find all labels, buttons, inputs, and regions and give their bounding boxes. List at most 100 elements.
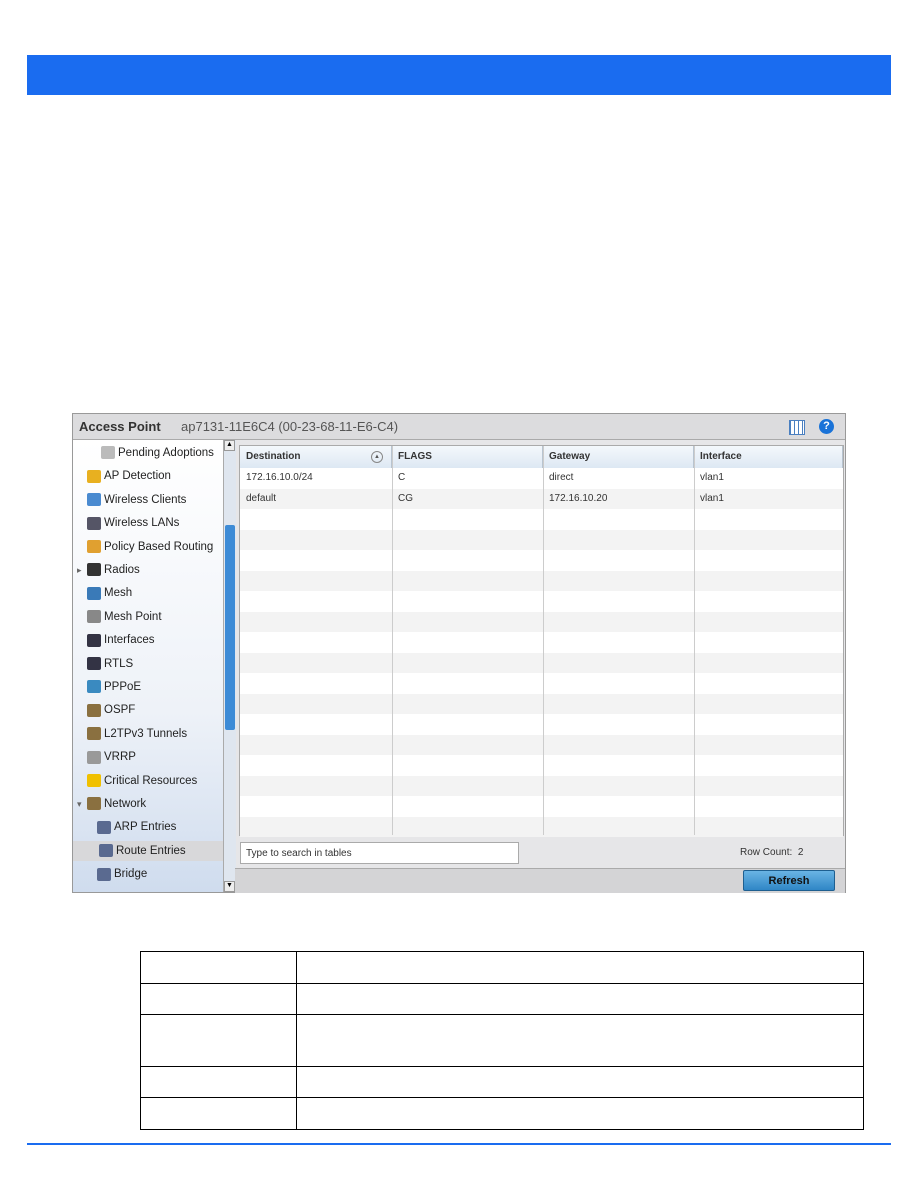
pppoe-icon [87, 680, 101, 694]
collapse-arrow-icon[interactable]: ▾ [77, 794, 82, 814]
sidebar-item-policy-based-routing[interactable]: Policy Based Routing [87, 537, 213, 557]
sidebar-item-label: Mesh [104, 587, 133, 600]
table-row[interactable]: default CG 172.16.10.20 vlan1 [240, 488, 843, 509]
scroll-up-button[interactable]: ▲ [224, 440, 235, 451]
sidebar-item-label: Interfaces [104, 634, 155, 647]
ap-detection-icon [87, 469, 101, 483]
column-header-label: Interface [700, 451, 742, 462]
mesh-icon [87, 586, 101, 600]
sidebar-item-label: ARP Entries [114, 821, 177, 834]
help-icon[interactable]: ? [819, 419, 834, 434]
network-icon [87, 797, 101, 811]
doc-cell [296, 951, 864, 984]
sidebar-item-wireless-clients[interactable]: Wireless Clients [87, 490, 186, 510]
sidebar-item-pending-adoptions[interactable]: Pending Adoptions [101, 443, 214, 463]
sidebar-item-label: VRRP [104, 751, 136, 764]
sidebar-item-radios[interactable]: ▸ Radios [77, 560, 140, 580]
sidebar-item-label: Mesh Point [104, 610, 162, 623]
sidebar-item-label: Network [104, 798, 147, 810]
network-icon [87, 703, 101, 717]
table-cell: CG [398, 492, 413, 504]
empty-row [240, 611, 843, 632]
table-icon[interactable] [789, 420, 805, 435]
vrrp-icon [87, 750, 101, 764]
table-cell: default [246, 492, 277, 504]
sidebar-item-arp-entries[interactable]: ARP Entries [97, 817, 176, 837]
sidebar-item-l2tpv3-tunnels[interactable]: L2TPv3 Tunnels [87, 724, 187, 744]
sidebar-item-mesh[interactable]: Mesh [87, 583, 132, 603]
empty-row [240, 816, 843, 837]
table-cell: vlan1 [700, 472, 724, 483]
column-header-gateway[interactable]: Gateway [543, 446, 694, 468]
radio-icon [87, 563, 101, 577]
sidebar-item-interfaces[interactable]: Interfaces [87, 630, 155, 650]
scroll-thumb[interactable] [225, 525, 235, 730]
column-divider [392, 446, 393, 835]
sidebar-item-route-entries[interactable]: Route Entries [73, 840, 223, 861]
empty-row [240, 673, 843, 694]
table-cell: 172.16.10.0/24 [246, 472, 313, 483]
doc-cell [140, 1014, 297, 1067]
window-header: Access Point ap7131-11E6C4 (00-23-68-11-… [73, 414, 845, 440]
table-search-input[interactable]: Type to search in tables [240, 842, 519, 864]
sidebar-item-rtls[interactable]: RTLS [87, 654, 133, 674]
column-divider [543, 446, 544, 835]
sidebar-item-network[interactable]: ▾ Network [77, 794, 147, 814]
sidebar-item-label: PPPoE [104, 681, 142, 693]
rtls-icon [87, 657, 101, 671]
interface-icon [87, 633, 101, 647]
sidebar-item-ap-detection[interactable]: AP Detection [87, 466, 171, 486]
column-header-destination[interactable]: Destination ▲ [240, 446, 392, 468]
row-count: Row Count: 2 [740, 847, 803, 858]
sidebar-item-label: Wireless Clients [104, 493, 187, 506]
column-header-interface[interactable]: Interface [694, 446, 843, 468]
empty-row [240, 509, 843, 530]
doc-cell [296, 1097, 864, 1130]
expand-arrow-icon[interactable]: ▸ [77, 560, 82, 580]
ip-icon [99, 844, 113, 858]
doc-cell [296, 1066, 864, 1098]
sidebar-item-label: Policy Based Routing [104, 540, 214, 553]
routing-icon [87, 540, 101, 554]
sidebar-item-vrrp[interactable]: VRRP [87, 747, 136, 767]
mesh-point-icon [87, 610, 101, 624]
sidebar-item-pppoe[interactable]: PPPoE [87, 677, 141, 697]
sidebar-item-label: RTLS [104, 657, 134, 670]
network-icon [87, 727, 101, 741]
sidebar-item-label: Radios [104, 564, 140, 576]
table-cell: direct [549, 472, 574, 483]
sidebar-item-bridge[interactable]: Bridge [97, 864, 147, 884]
table-cell: vlan1 [700, 492, 724, 504]
sidebar-item-label: Wireless LANs [104, 517, 180, 530]
column-header-label: Gateway [549, 451, 591, 462]
doc-cell [140, 951, 297, 984]
row-count-label: Row Count: [740, 847, 793, 858]
adoption-icon [101, 446, 115, 460]
refresh-button[interactable]: Refresh [743, 870, 835, 891]
empty-row [240, 570, 843, 591]
sort-ascending-icon[interactable]: ▲ [371, 451, 383, 463]
sidebar-item-label: L2TPv3 Tunnels [104, 727, 188, 740]
column-header-label: Destination [246, 451, 301, 462]
doc-cell [140, 1066, 297, 1098]
column-header-label: FLAGS [398, 451, 432, 462]
sidebar-item-label: Critical Resources [104, 774, 198, 787]
empty-row [240, 775, 843, 796]
scroll-down-button[interactable]: ▼ [224, 881, 235, 892]
wlan-icon [87, 516, 101, 530]
empty-row [240, 714, 843, 735]
app-window: Access Point ap7131-11E6C4 (00-23-68-11-… [72, 413, 846, 893]
table-row[interactable]: 172.16.10.0/24 Cdirect vlan1 [240, 468, 843, 489]
sidebar-item-critical-resources[interactable]: Critical Resources [87, 771, 197, 791]
empty-row [240, 632, 843, 653]
empty-row [240, 591, 843, 612]
sidebar-item-mesh-point[interactable]: Mesh Point [87, 607, 162, 627]
ip-icon [97, 820, 111, 834]
doc-cell [140, 983, 297, 1015]
sidebar-item-wireless-lans[interactable]: Wireless LANs [87, 513, 179, 533]
sidebar-item-ospf[interactable]: OSPF [87, 700, 135, 720]
empty-row [240, 529, 843, 550]
column-header-flags[interactable]: FLAGS [392, 446, 543, 468]
sidebar-scrollbar[interactable]: ▲ ▼ [223, 440, 236, 892]
empty-row [240, 652, 843, 673]
